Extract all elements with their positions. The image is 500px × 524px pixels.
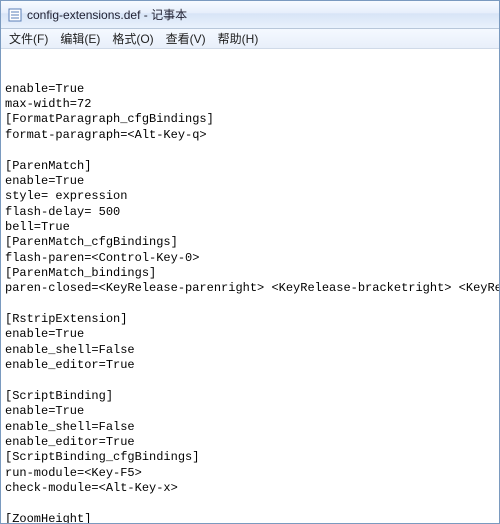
menu-help[interactable]: 帮助(H) [212, 28, 265, 49]
menu-file[interactable]: 文件(F) [3, 28, 54, 49]
titlebar: config-extensions.def - 记事本 [1, 1, 499, 29]
text-line: check-module=<Alt-Key-x> [5, 481, 495, 496]
text-line: flash-delay= 500 [5, 205, 495, 220]
text-line: bell=True [5, 220, 495, 235]
text-line [5, 374, 495, 389]
text-line: enable_shell=False [5, 420, 495, 435]
text-line: [ZoomHeight] [5, 512, 495, 523]
text-line: [ParenMatch_cfgBindings] [5, 235, 495, 250]
text-line [5, 143, 495, 158]
text-line: enable=True [5, 404, 495, 419]
text-line: [FormatParagraph_cfgBindings] [5, 112, 495, 127]
text-line: run-module=<Key-F5> [5, 466, 495, 481]
text-line: flash-paren=<Control-Key-0> [5, 251, 495, 266]
menubar: 文件(F) 编辑(E) 格式(O) 查看(V) 帮助(H) [1, 29, 499, 49]
text-line: enable_editor=True [5, 435, 495, 450]
text-line: enable_shell=False [5, 343, 495, 358]
text-line: style= expression [5, 189, 495, 204]
text-line: [ScriptBinding_cfgBindings] [5, 450, 495, 465]
menu-format[interactable]: 格式(O) [106, 28, 159, 49]
window-title: config-extensions.def - 记事本 [27, 6, 187, 23]
text-line [5, 496, 495, 511]
text-line: [ParenMatch_bindings] [5, 266, 495, 281]
notepad-icon [7, 7, 23, 23]
text-line [5, 297, 495, 312]
text-line: enable=True [5, 82, 495, 97]
text-line: enable=True [5, 174, 495, 189]
text-line: enable=True [5, 327, 495, 342]
text-line: [ScriptBinding] [5, 389, 495, 404]
text-line: max-width=72 [5, 97, 495, 112]
text-line: format-paragraph=<Alt-Key-q> [5, 128, 495, 143]
menu-view[interactable]: 查看(V) [160, 28, 212, 49]
text-line: paren-closed=<KeyRelease-parenright> <Ke… [5, 281, 495, 296]
menu-edit[interactable]: 编辑(E) [54, 28, 106, 49]
text-line: [ParenMatch] [5, 159, 495, 174]
text-line: [RstripExtension] [5, 312, 495, 327]
editor-content[interactable]: enable=Truemax-width=72[FormatParagraph_… [1, 49, 499, 523]
text-line: enable_editor=True [5, 358, 495, 373]
